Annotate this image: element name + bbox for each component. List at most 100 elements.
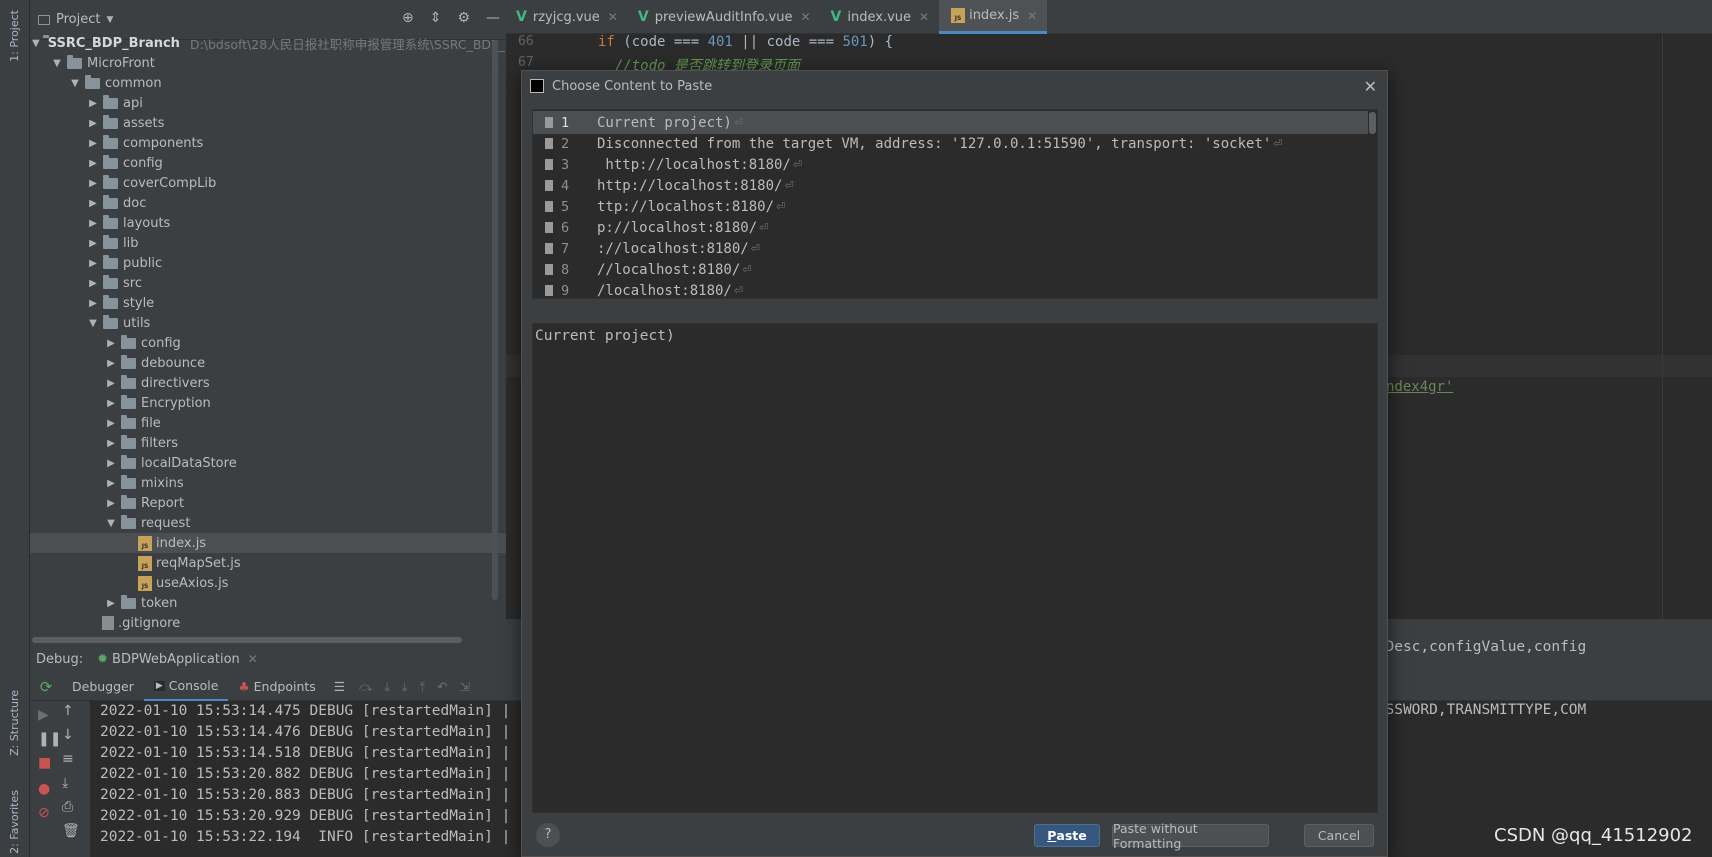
paste-button[interactable]: Paste — [1034, 824, 1100, 847]
collapse-arrow-icon[interactable]: ▶ — [104, 598, 118, 609]
tree-item[interactable]: .gitignore — [30, 613, 506, 633]
collapse-arrow-icon[interactable]: ▶ — [86, 218, 100, 229]
stop-icon[interactable]: ■ — [38, 755, 51, 771]
collapse-arrow-icon[interactable]: ▶ — [104, 418, 118, 429]
collapse-arrow-icon[interactable]: ▶ — [86, 178, 100, 189]
tree-root[interactable]: ▼ SSRC_BDP_Branch D:\bdsoft\28人民日报社职称申报管… — [30, 33, 534, 53]
vertical-scrollbar[interactable] — [492, 40, 498, 600]
cancel-button[interactable]: Cancel — [1304, 824, 1374, 847]
expand-arrow-icon[interactable]: ▼ — [86, 318, 100, 329]
collapse-arrow-icon[interactable]: ▶ — [86, 198, 100, 209]
collapse-arrow-icon[interactable]: ▶ — [104, 458, 118, 469]
expand-arrow-icon[interactable]: ▼ — [32, 38, 40, 49]
tree-item[interactable]: ▼ request — [30, 513, 506, 533]
clipboard-item[interactable]: 3 http://localhost:8180/⏎ — [533, 153, 1368, 176]
tree-item[interactable]: ▶ api — [30, 93, 506, 113]
tree-item[interactable]: ▶ coverCompLib — [30, 173, 506, 193]
close-icon[interactable]: ✕ — [248, 652, 258, 666]
resume-icon[interactable]: ▶ — [38, 707, 49, 723]
collapse-arrow-icon[interactable]: ▶ — [86, 278, 100, 289]
collapse-arrow-icon[interactable]: ▶ — [104, 498, 118, 509]
trash-icon[interactable]: 🗑 — [62, 823, 80, 839]
chevron-down-icon[interactable]: ▼ — [106, 15, 113, 25]
step-over-icon[interactable]: ⤼ — [359, 679, 372, 695]
tree-item[interactable]: ▶ Encryption — [30, 393, 506, 413]
debug-tab-endpoints[interactable]: ♣ Endpoints — [228, 673, 325, 701]
paste-without-formatting-button[interactable]: Paste without Formatting — [1112, 821, 1269, 851]
collapse-all-icon[interactable]: ⇕ — [430, 10, 442, 26]
soft-wrap-icon[interactable]: ≡ — [62, 751, 74, 767]
project-view-selector[interactable]: Project — [56, 12, 100, 27]
tree-item[interactable]: ▶ file — [30, 413, 506, 433]
collapse-arrow-icon[interactable]: ▶ — [104, 338, 118, 349]
rerun-icon[interactable]: ⟳ — [30, 678, 62, 696]
expand-arrow-icon[interactable]: ▼ — [104, 518, 118, 529]
list-scrollbar[interactable] — [1369, 112, 1376, 134]
tree-item[interactable]: ▶ doc — [30, 193, 506, 213]
tree-item[interactable]: JS useAxios.js — [30, 573, 506, 593]
drop-frame-icon[interactable]: ↶ — [437, 679, 447, 694]
tree-item[interactable]: JS index.js — [30, 533, 506, 553]
down-arrow-icon[interactable]: ↓ — [62, 727, 74, 743]
close-icon[interactable]: ✕ — [1027, 9, 1037, 23]
run-to-cursor-icon[interactable]: ⇲ — [459, 679, 469, 694]
help-button[interactable]: ? — [536, 823, 560, 847]
minimize-icon[interactable]: — — [486, 10, 500, 26]
editor-tab[interactable]: VpreviewAuditInfo.vue ✕ — [628, 0, 821, 34]
tree-item[interactable]: ▶ style — [30, 293, 506, 313]
collapse-arrow-icon[interactable]: ▶ — [86, 138, 100, 149]
tree-item[interactable]: ▶ mixins — [30, 473, 506, 493]
tree-item[interactable]: ▶ localDataStore — [30, 453, 506, 473]
up-arrow-icon[interactable]: ↑ — [62, 703, 74, 719]
tree-item[interactable]: ▶ assets — [30, 113, 506, 133]
mute-breakpoints-icon[interactable]: ⊘ — [38, 805, 50, 821]
view-breakpoints-icon[interactable]: ● — [38, 781, 50, 797]
clipboard-list[interactable]: 1 Current project) ⏎ 2 Disconnected from the… — [532, 109, 1378, 299]
collapse-arrow-icon[interactable]: ▶ — [86, 158, 100, 169]
force-step-into-icon[interactable]: ⤓ — [402, 679, 408, 695]
favorites-tool-tab[interactable]: 2: Favorites — [8, 790, 21, 854]
locate-icon[interactable]: ⊕ — [402, 10, 414, 26]
close-icon[interactable]: ✕ — [919, 10, 929, 24]
collapse-arrow-icon[interactable]: ▶ — [86, 98, 100, 109]
clipboard-item[interactable]: 7://localhost:8180/⏎ — [533, 237, 1368, 260]
collapse-arrow-icon[interactable]: ▶ — [104, 478, 118, 489]
clipboard-item[interactable]: 4 http://localhost:8180/⏎ — [533, 174, 1368, 197]
collapse-arrow-icon[interactable]: ▶ — [104, 438, 118, 449]
step-out-icon[interactable]: ⤒ — [419, 679, 425, 695]
tree-item[interactable]: ▶ src — [30, 273, 506, 293]
collapse-arrow-icon[interactable]: ▶ — [86, 298, 100, 309]
gear-icon[interactable]: ⚙ — [457, 10, 470, 26]
expand-arrow-icon[interactable]: ▼ — [50, 58, 64, 69]
pause-icon[interactable]: ❚❚ — [38, 731, 61, 747]
collapse-arrow-icon[interactable]: ▶ — [86, 258, 100, 269]
debug-tab-console[interactable]: ▶ Console — [143, 673, 229, 701]
project-tool-tab[interactable]: 1: Project — [8, 10, 21, 62]
tree-item[interactable]: ▶ public — [30, 253, 506, 273]
tree-item[interactable]: ▶ filters — [30, 433, 506, 453]
close-icon[interactable]: ✕ — [1364, 77, 1377, 96]
tree-item[interactable]: ▶ config — [30, 153, 506, 173]
structure-tool-tab[interactable]: Z: Structure — [8, 690, 21, 756]
close-icon[interactable]: ✕ — [608, 10, 618, 24]
collapse-arrow-icon[interactable]: ▶ — [86, 118, 100, 129]
clipboard-item[interactable]: 1 Current project) ⏎ — [533, 111, 1368, 134]
expand-arrow-icon[interactable]: ▼ — [68, 78, 82, 89]
collapse-arrow-icon[interactable]: ▶ — [86, 238, 100, 249]
tree-item[interactable]: ▶ directivers — [30, 373, 506, 393]
step-into-icon[interactable]: ⤓ — [384, 679, 390, 695]
collapse-arrow-icon[interactable]: ▶ — [104, 398, 118, 409]
clipboard-item[interactable]: 2 Disconnected from the target VM, addres… — [533, 132, 1368, 155]
tree-item[interactable]: ▶ config — [30, 333, 506, 353]
editor-tab[interactable]: Vindex.vue ✕ — [821, 0, 940, 34]
print-icon[interactable]: ⎙ — [62, 799, 73, 815]
clipboard-item[interactable]: 9/localhost:8180/⏎ — [533, 279, 1368, 302]
clipboard-item[interactable]: 8 //localhost:8180/⏎ — [533, 258, 1368, 281]
tree-item[interactable]: ▼ utils — [30, 313, 506, 333]
collapse-arrow-icon[interactable]: ▶ — [104, 358, 118, 369]
tree-item[interactable]: ▶ layouts — [30, 213, 506, 233]
debug-tab-debugger[interactable]: Debugger — [62, 673, 144, 701]
clipboard-item[interactable]: 6 p://localhost:8180/⏎ — [533, 216, 1368, 239]
debug-session-tab[interactable]: BDPWebApplication — [112, 652, 240, 667]
clipboard-item[interactable]: 5 ttp://localhost:8180/⏎ — [533, 195, 1368, 218]
